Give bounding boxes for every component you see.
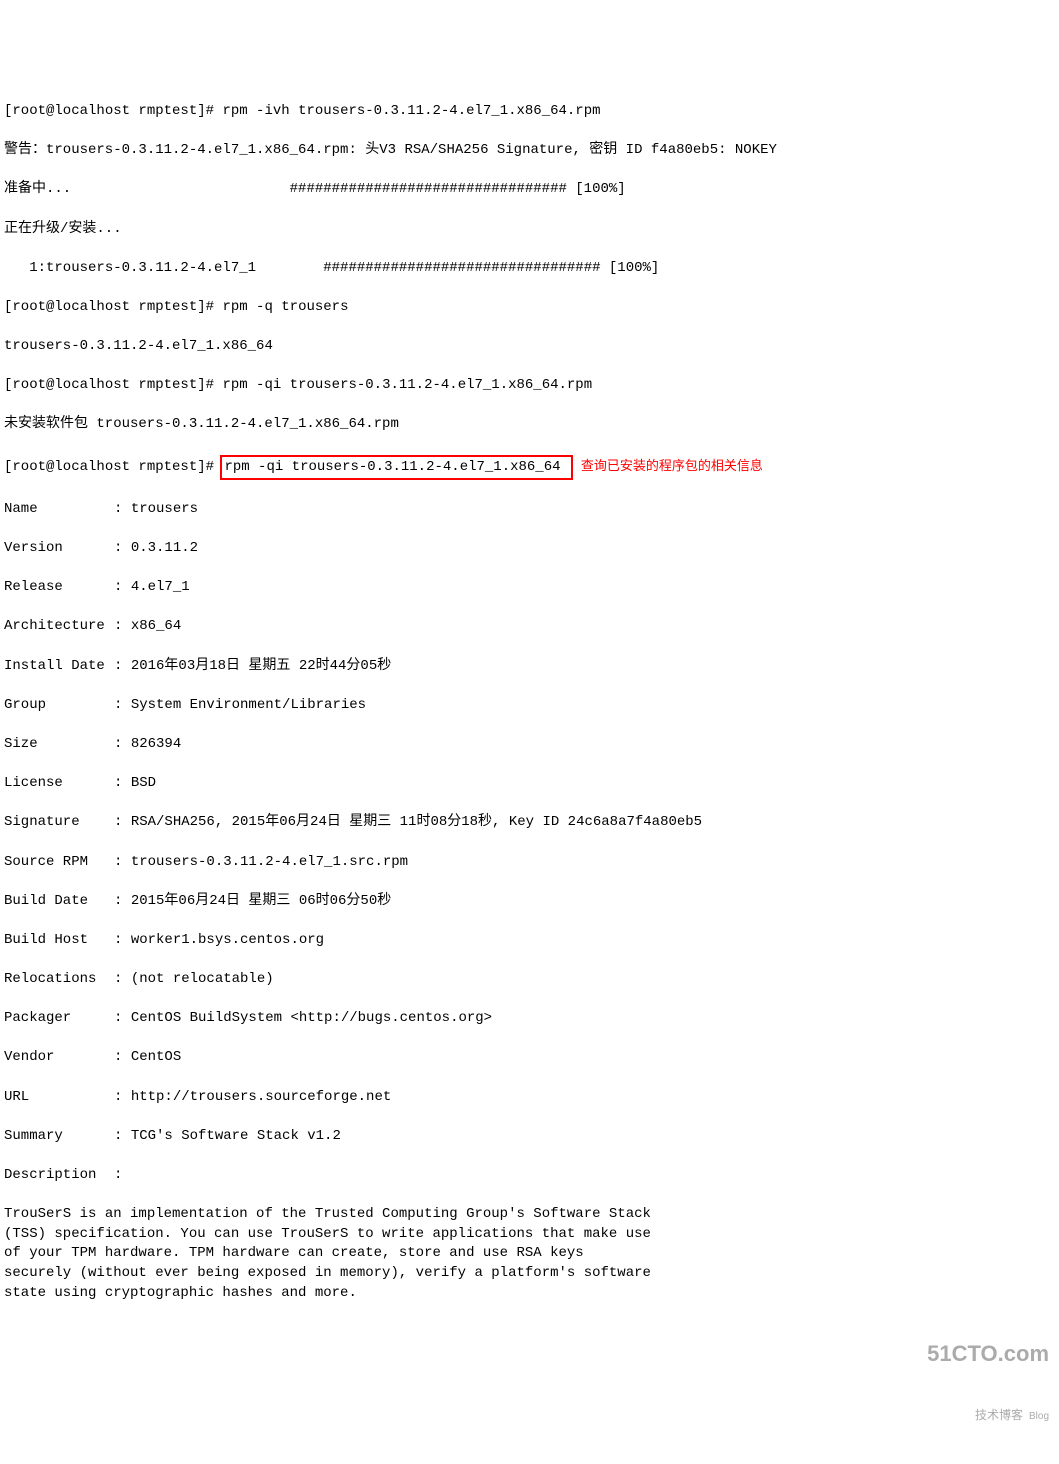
info-relocations: Relocations: (not relocatable) [4, 970, 1055, 990]
upgrading-line: 正在升级/安装... [4, 220, 1055, 240]
terminal-output: [root@localhost rmptest]# rpm -ivh trous… [4, 82, 1055, 1322]
preparing-line: 准备中... #################################… [4, 180, 1055, 200]
info-build-date: Build Date: 2015年06月24日 星期三 06时06分50秒 [4, 892, 1055, 912]
terminal-line: [root@localhost rmptest]# rpm -ivh trous… [4, 102, 1055, 122]
info-architecture: Architecture: x86_64 [4, 617, 1055, 637]
watermark-sub: 技术博客Blog [927, 1407, 1049, 1424]
prompt: [root@localhost rmptest]# [4, 377, 214, 393]
info-name: Name: trousers [4, 500, 1055, 520]
info-vendor: Vendor: CentOS [4, 1048, 1055, 1068]
command-install: rpm -ivh trousers-0.3.11.2-4.el7_1.x86_6… [222, 103, 600, 119]
info-description: TrouSerS is an implementation of the Tru… [4, 1205, 1055, 1303]
prompt: [root@localhost rmptest]# [4, 459, 214, 475]
info-release: Release: 4.el7_1 [4, 578, 1055, 598]
info-packager: Packager: CentOS BuildSystem <http://bug… [4, 1009, 1055, 1029]
watermark-main: 51CTO.com [927, 1339, 1049, 1370]
info-source-rpm: Source RPM: trousers-0.3.11.2-4.el7_1.sr… [4, 853, 1055, 873]
terminal-line: [root@localhost rmptest]# rpm -q trouser… [4, 298, 1055, 318]
info-url: URL: http://trousers.sourceforge.net [4, 1088, 1055, 1108]
installing-line: 1:trousers-0.3.11.2-4.el7_1 ############… [4, 259, 1055, 279]
info-license: License: BSD [4, 774, 1055, 794]
command-queryinfo-rpm: rpm -qi trousers-0.3.11.2-4.el7_1.x86_64… [222, 377, 592, 393]
annotation-text: 查询已安装的程序包的相关信息 [581, 458, 763, 473]
not-installed-line: 未安装软件包 trousers-0.3.11.2-4.el7_1.x86_64.… [4, 415, 1055, 435]
info-group: Group: System Environment/Libraries [4, 696, 1055, 716]
info-version: Version: 0.3.11.2 [4, 539, 1055, 559]
highlighted-command: rpm -qi trousers-0.3.11.2-4.el7_1.x86_64 [220, 455, 572, 481]
info-description-label: Description: [4, 1166, 1055, 1186]
info-build-host: Build Host: worker1.bsys.centos.org [4, 931, 1055, 951]
info-install-date: Install Date: 2016年03月18日 星期五 22时44分05秒 [4, 657, 1055, 677]
prompt: [root@localhost rmptest]# [4, 299, 214, 315]
command-query: rpm -q trousers [222, 299, 348, 315]
info-summary: Summary: TCG's Software Stack v1.2 [4, 1127, 1055, 1147]
prompt: [root@localhost rmptest]# [4, 103, 214, 119]
command-queryinfo: rpm -qi trousers-0.3.11.2-4.el7_1.x86_64 [224, 459, 560, 475]
terminal-line: [root@localhost rmptest]# rpm -qi trouse… [4, 376, 1055, 396]
terminal-line: [root@localhost rmptest]# rpm -qi trouse… [4, 455, 1055, 481]
info-signature: Signature: RSA/SHA256, 2015年06月24日 星期三 1… [4, 813, 1055, 833]
info-size: Size: 826394 [4, 735, 1055, 755]
query-result-line: trousers-0.3.11.2-4.el7_1.x86_64 [4, 337, 1055, 357]
warning-line: 警告：trousers-0.3.11.2-4.el7_1.x86_64.rpm:… [4, 141, 1055, 161]
